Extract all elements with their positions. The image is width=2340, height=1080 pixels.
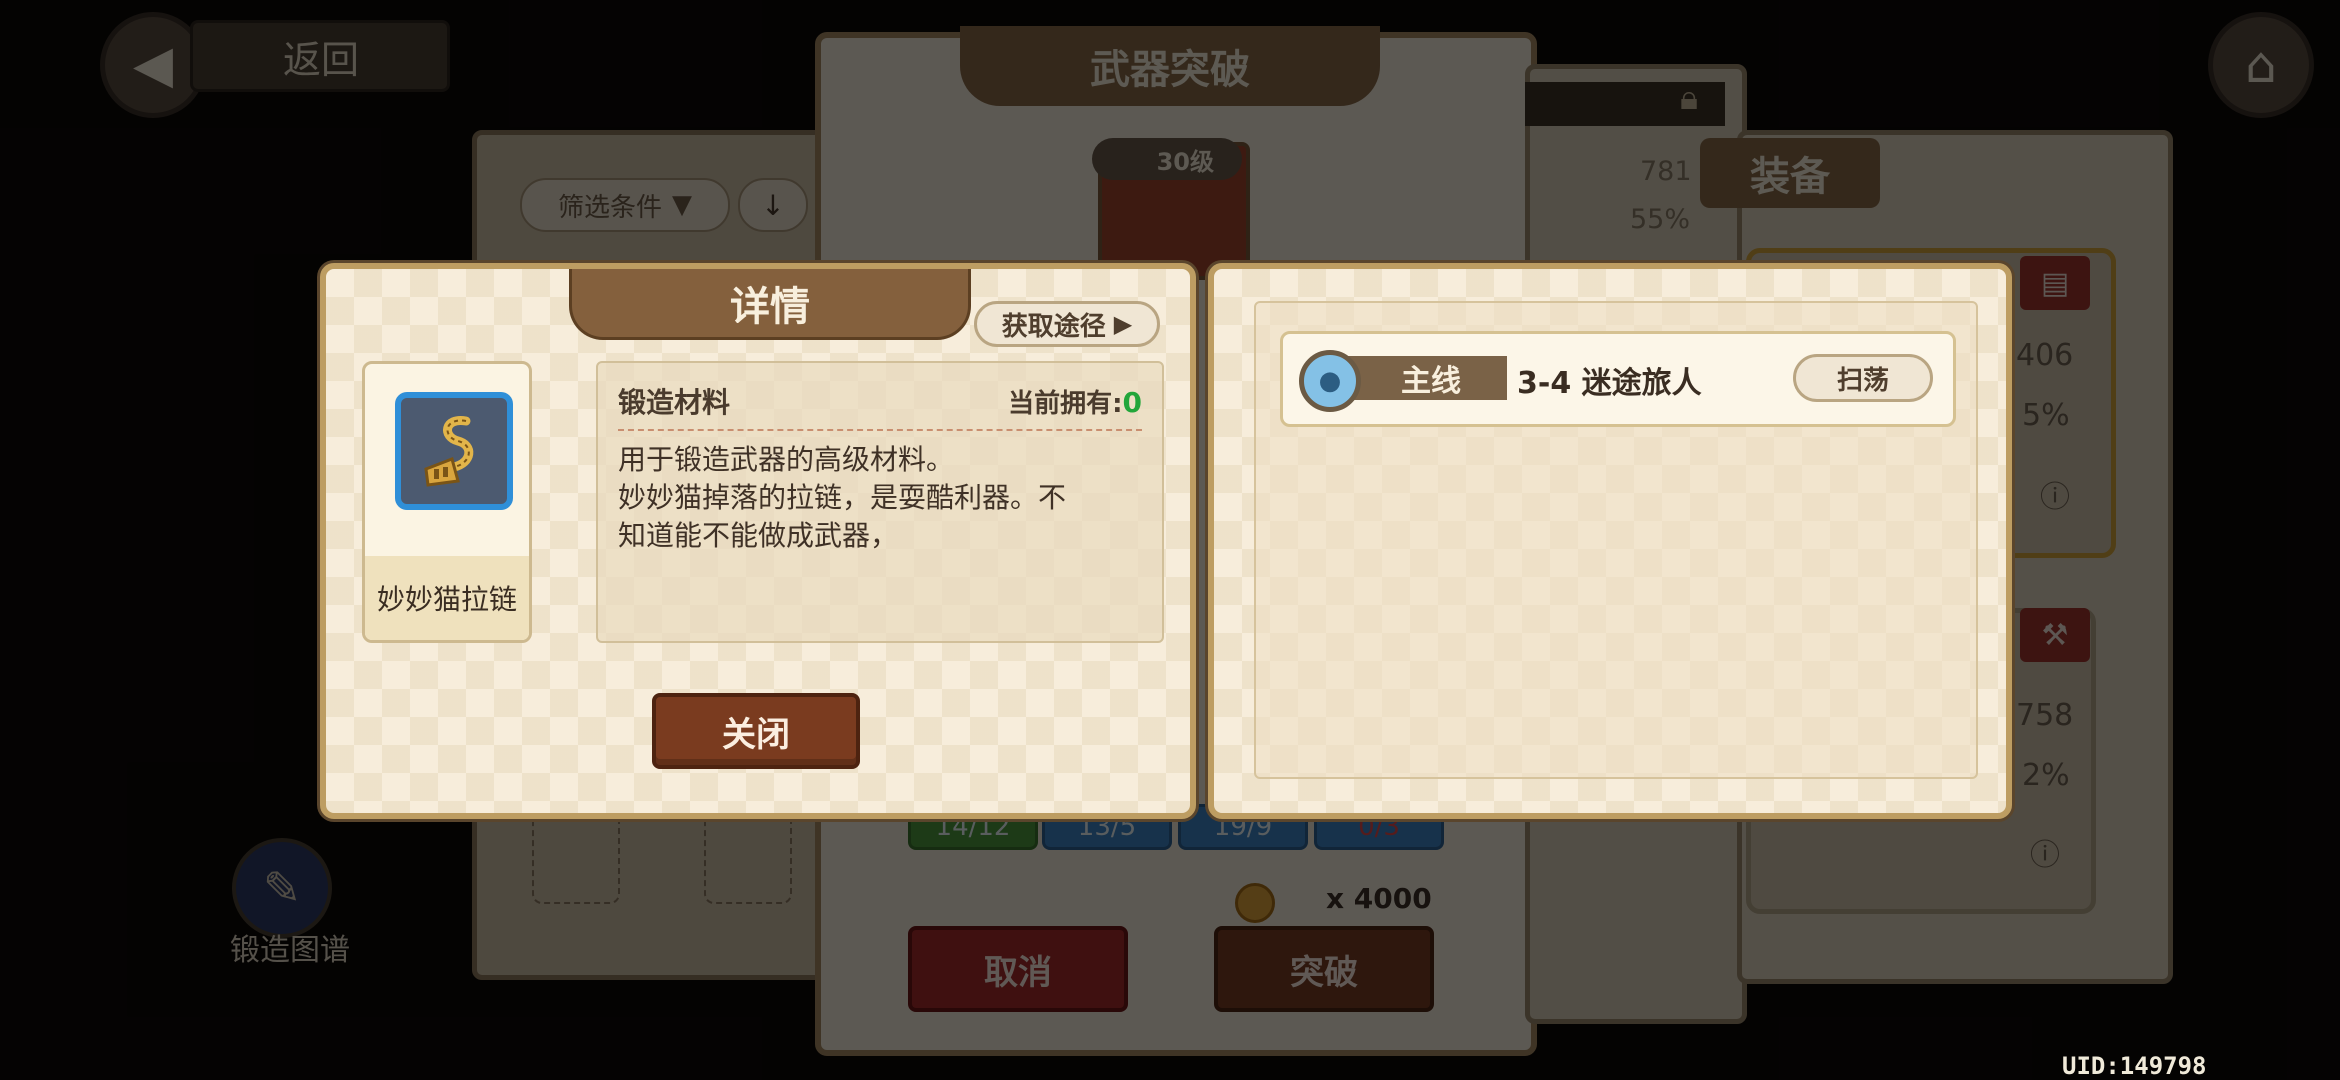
route-stage-name: 3-4 迷途旅人 bbox=[1517, 366, 1702, 401]
breakthrough-button[interactable]: 突破 bbox=[1214, 926, 1434, 1012]
source-list: 主线 ● 3-4 迷途旅人 扫荡 bbox=[1254, 301, 1978, 779]
detail-modal: 详情 获取途径 ▶ 妙妙猫拉链 锻造材料 当前拥有:0 用于锻造武器的高级材料。… bbox=[320, 263, 1196, 819]
description-line: 妙妙猫掉落的拉链，是耍酷利器。不 bbox=[618, 481, 1067, 514]
item-name: 妙妙猫拉链 bbox=[365, 556, 529, 640]
item-description-box: 锻造材料 当前拥有:0 用于锻造武器的高级材料。 妙妙猫掉落的拉链，是耍酷利器。… bbox=[596, 361, 1164, 643]
sweep-button[interactable]: 扫荡 bbox=[1793, 354, 1933, 402]
slime-avatar-icon: ● bbox=[1299, 350, 1361, 412]
equipment-title: 装备 bbox=[1700, 138, 1880, 208]
sort-down-icon: ↓ bbox=[761, 188, 785, 222]
breakthrough-title: 武器突破 bbox=[960, 26, 1380, 106]
home-button[interactable]: ⌂ bbox=[2208, 12, 2314, 118]
item-type: 锻造材料 bbox=[618, 386, 731, 419]
description-line: 用于锻造武器的高级材料。 bbox=[618, 443, 955, 476]
filter-button[interactable]: 筛选条件 ▼ bbox=[520, 178, 730, 232]
description-header: 锻造材料 当前拥有:0 bbox=[618, 381, 1142, 431]
close-button[interactable]: 关闭 bbox=[652, 693, 860, 769]
item-description: 用于锻造武器的高级材料。 妙妙猫掉落的拉链，是耍酷利器。不 知道能不能做成武器， bbox=[618, 441, 1142, 555]
filter-label: 筛选条件 bbox=[557, 192, 662, 223]
back-label-bar[interactable]: 返回 bbox=[190, 20, 450, 92]
back-label: 返回 bbox=[283, 37, 360, 82]
description-line: 知道能不能做成武器， bbox=[618, 519, 899, 552]
detail-title: 详情 bbox=[569, 269, 971, 340]
equip-stat: 406 bbox=[2016, 338, 2074, 373]
help-icon[interactable]: ⓘ bbox=[2040, 472, 2070, 516]
help-icon[interactable]: ⓘ bbox=[2030, 830, 2060, 874]
uid-label: UID:149798 bbox=[2062, 1052, 2207, 1080]
stat-value: 781 bbox=[1640, 156, 1692, 187]
route-type-tag: 主线 bbox=[1341, 356, 1507, 400]
home-icon: ⌂ bbox=[2245, 36, 2277, 94]
equip-stat: 758 bbox=[2016, 698, 2074, 733]
owned-count-group: 当前拥有:0 bbox=[1008, 383, 1142, 420]
acquire-source-label: 获取途径 bbox=[1001, 311, 1106, 342]
cancel-button[interactable]: 取消 bbox=[908, 926, 1128, 1012]
axe-icon: ⚒ bbox=[2020, 608, 2090, 662]
sort-button[interactable]: ↓ bbox=[738, 178, 808, 232]
zipper-icon bbox=[395, 392, 513, 510]
source-modal: 主线 ● 3-4 迷途旅人 扫荡 bbox=[1208, 263, 2012, 819]
level-badge: 30级 bbox=[1092, 138, 1242, 180]
lock-icon: 🔒︎ bbox=[1680, 78, 1699, 118]
book-icon: ▤ bbox=[2020, 256, 2090, 310]
forge-book-button[interactable]: ✎ bbox=[232, 838, 332, 938]
equip-stat: 2% bbox=[2022, 758, 2070, 793]
stat-value: 55% bbox=[1630, 204, 1691, 235]
equip-stat: 5% bbox=[2022, 398, 2070, 433]
filter-icon: ▼ bbox=[672, 190, 692, 220]
arrow-left-icon: ◀ bbox=[133, 35, 173, 95]
play-arrow-icon: ▶ bbox=[1113, 310, 1133, 338]
forge-book-label: 锻造图谱 bbox=[230, 933, 350, 968]
acquire-source-button[interactable]: 获取途径 ▶ bbox=[974, 301, 1160, 347]
owned-count: 0 bbox=[1122, 385, 1142, 419]
coin-icon bbox=[1235, 883, 1275, 923]
owned-label: 当前拥有: bbox=[1008, 388, 1123, 419]
item-card: 妙妙猫拉链 bbox=[362, 361, 532, 643]
gold-cost: x 4000 bbox=[1326, 882, 1432, 915]
scroll-icon: ✎ bbox=[262, 861, 302, 915]
source-route-row[interactable]: 主线 ● 3-4 迷途旅人 扫荡 bbox=[1280, 331, 1956, 427]
